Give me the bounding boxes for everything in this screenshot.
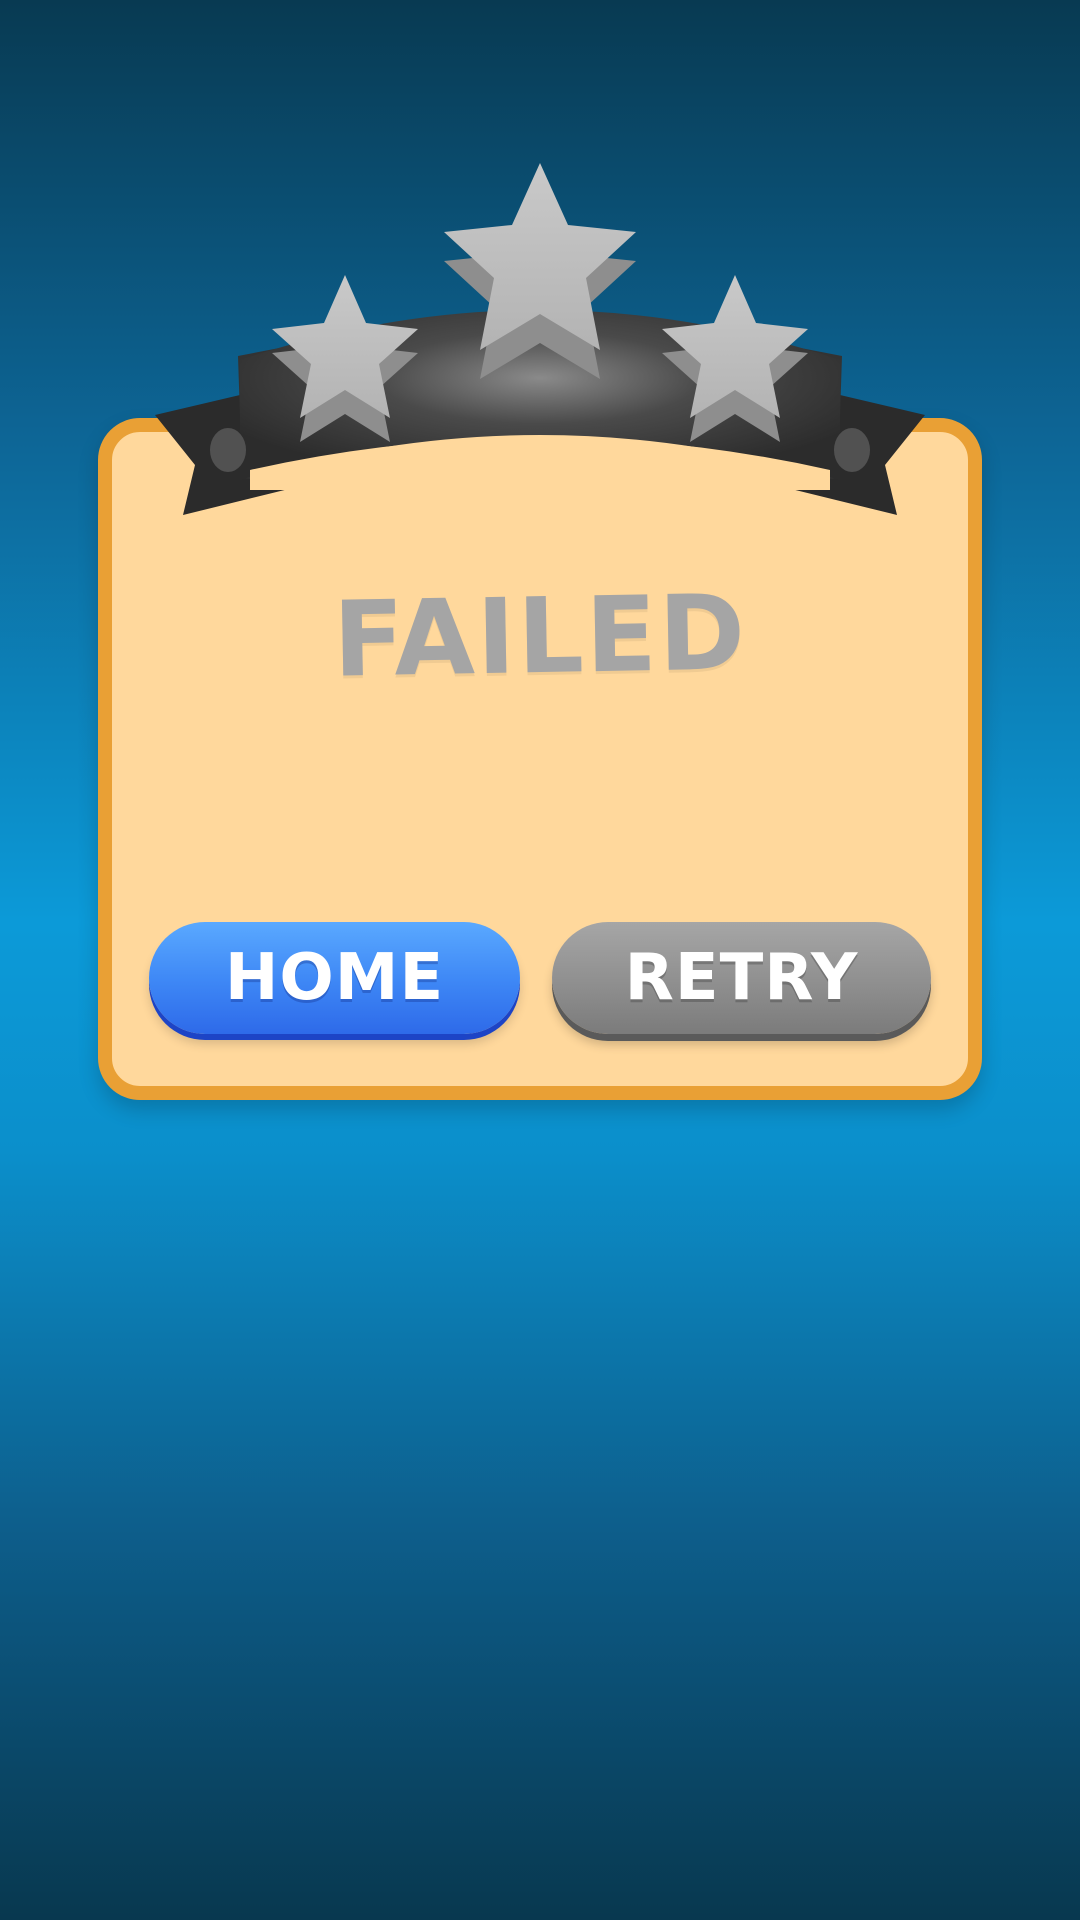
result-title: FAILED [331,571,749,701]
retry-button-label: RETRY [624,941,859,1015]
home-button[interactable]: HOME [149,922,520,1034]
retry-button[interactable]: RETRY [552,922,931,1034]
home-button-label: HOME [224,941,445,1015]
